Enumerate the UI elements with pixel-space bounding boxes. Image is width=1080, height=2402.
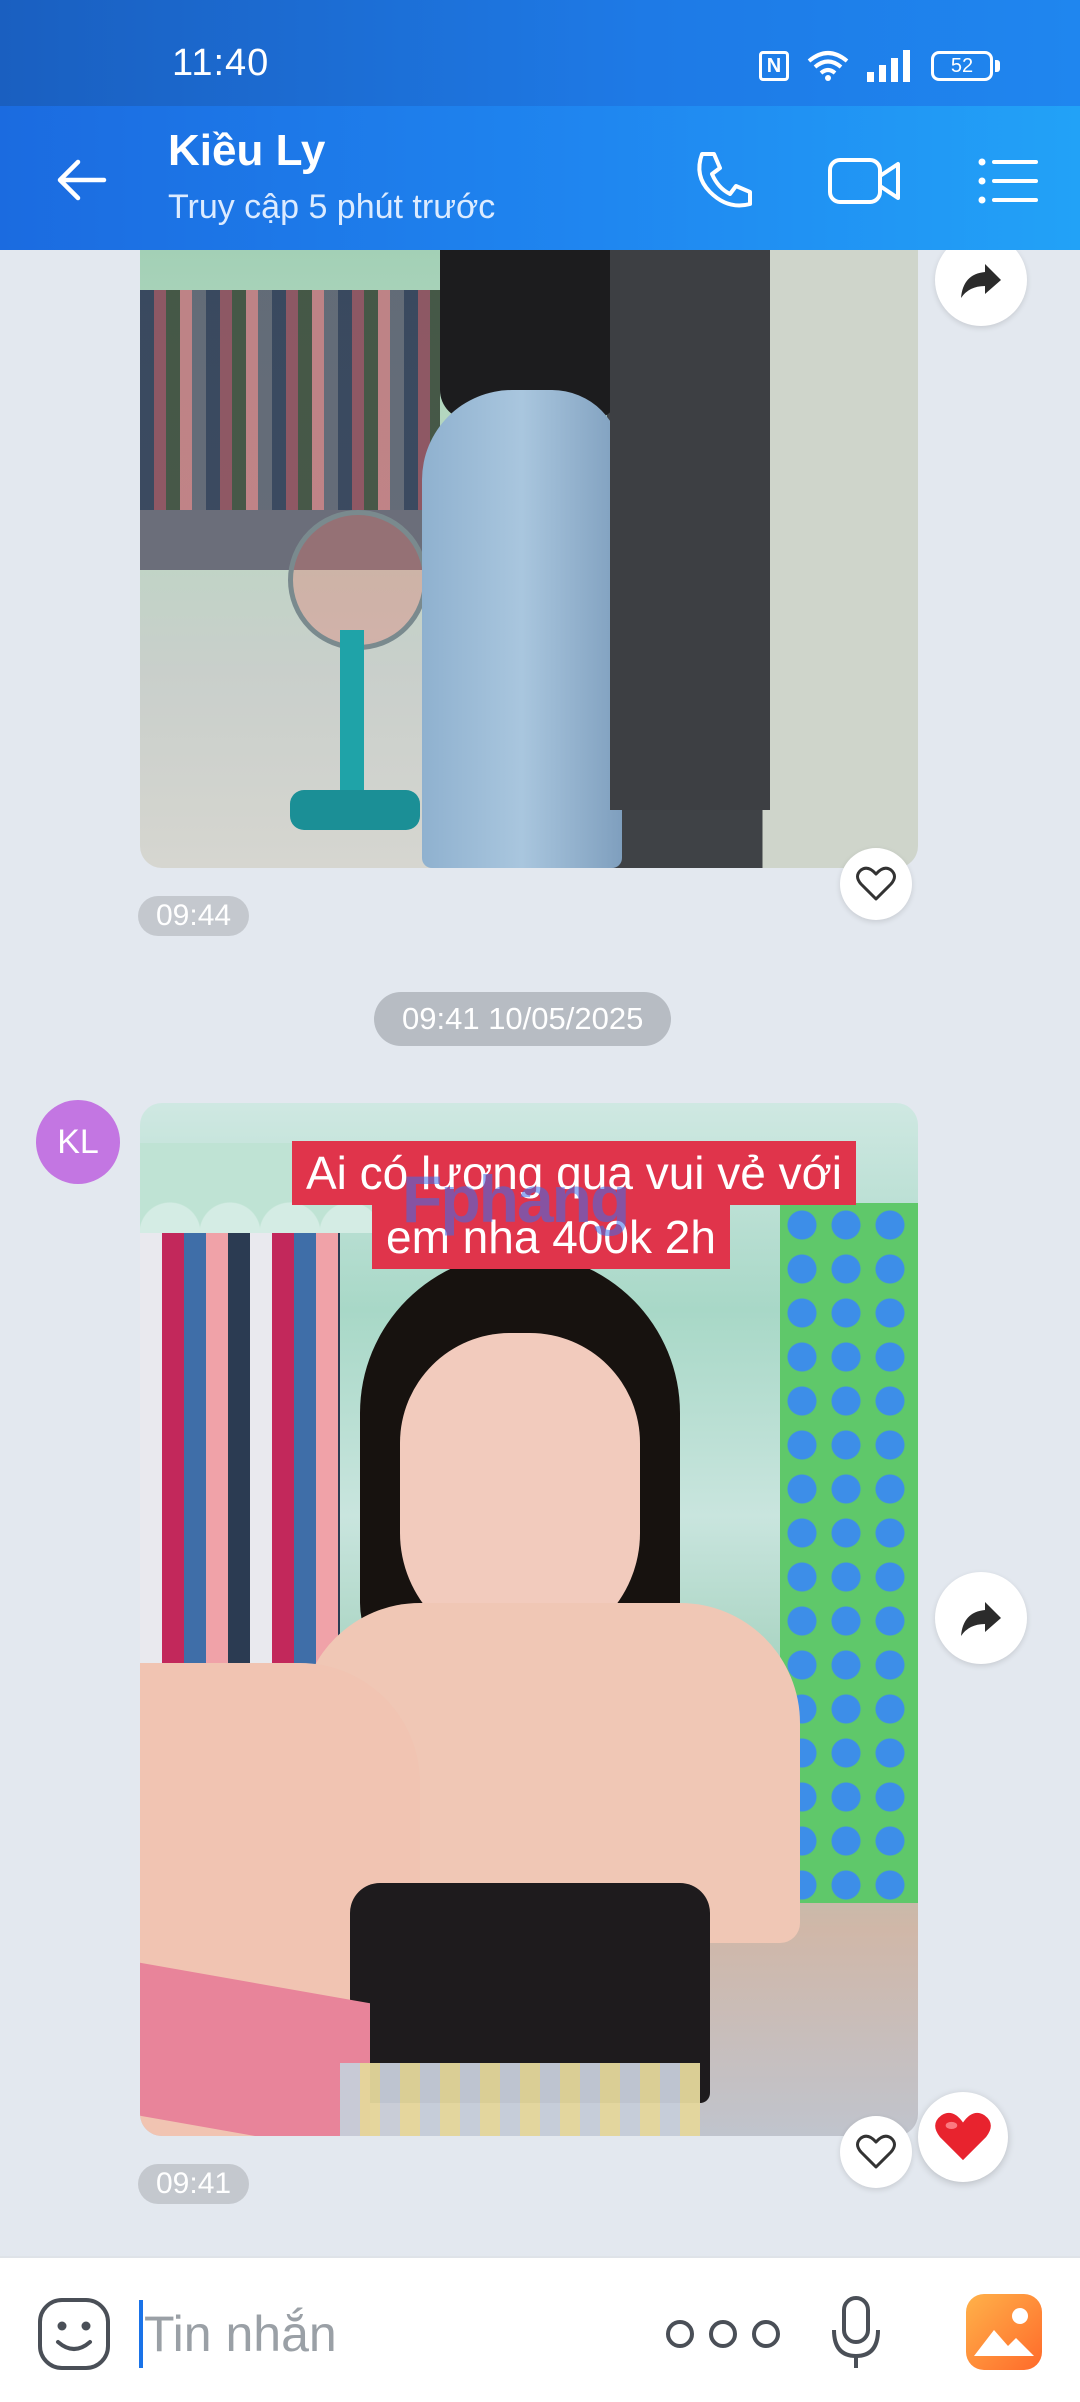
- date-separator: 09:41 10/05/2025: [374, 992, 672, 1046]
- phone-icon[interactable]: [688, 146, 758, 216]
- back-arrow-icon[interactable]: [52, 150, 112, 210]
- reaction-heart[interactable]: [918, 2092, 1008, 2182]
- status-time: 11:40: [172, 42, 270, 84]
- forward-icon: [961, 1602, 1001, 1636]
- watermark: Fphang: [402, 1162, 630, 1236]
- like-button[interactable]: [840, 848, 912, 920]
- forward-button[interactable]: [935, 1572, 1027, 1664]
- battery-icon: 52: [931, 51, 1000, 81]
- message-input-bar: [0, 2256, 1080, 2402]
- heart-filled-icon: [935, 2112, 991, 2161]
- signal-icon: [867, 50, 910, 82]
- battery-level: 52: [931, 51, 993, 81]
- contact-status: Truy cập 5 phút trước: [168, 188, 496, 226]
- video-camera-icon[interactable]: [826, 146, 902, 216]
- nfc-icon: N: [759, 51, 789, 81]
- like-button[interactable]: [840, 2116, 912, 2188]
- contact-name[interactable]: Kiều Ly: [168, 126, 325, 176]
- forward-button[interactable]: [935, 250, 1027, 326]
- wifi-icon: [807, 51, 849, 81]
- heart-outline-icon: [856, 866, 896, 901]
- sticker-icon[interactable]: [36, 2296, 112, 2372]
- message-photo[interactable]: [140, 250, 918, 868]
- more-dots-icon[interactable]: [660, 2314, 786, 2354]
- status-icons: N 52: [759, 50, 1000, 82]
- chat-area[interactable]: 09:44 09:41 10/05/2025 KL Ai có lương qu…: [0, 250, 1080, 2256]
- message-photo[interactable]: Ai có lương qua vui vẻ với em nha 400k 2…: [140, 1103, 918, 2136]
- menu-list-icon[interactable]: [976, 146, 1040, 216]
- heart-outline-icon: [856, 2134, 896, 2169]
- forward-icon: [961, 264, 1001, 298]
- message-time: 09:41: [138, 2164, 250, 2204]
- chat-header: Kiều Ly Truy cập 5 phút trước: [0, 106, 1080, 250]
- message-input[interactable]: [142, 2298, 616, 2370]
- microphone-icon[interactable]: [830, 2294, 882, 2372]
- image-gallery-icon[interactable]: [964, 2292, 1044, 2372]
- message-time: 09:44: [138, 896, 250, 936]
- status-bar: 11:40 N 52: [0, 0, 1080, 106]
- avatar[interactable]: KL: [36, 1100, 120, 1184]
